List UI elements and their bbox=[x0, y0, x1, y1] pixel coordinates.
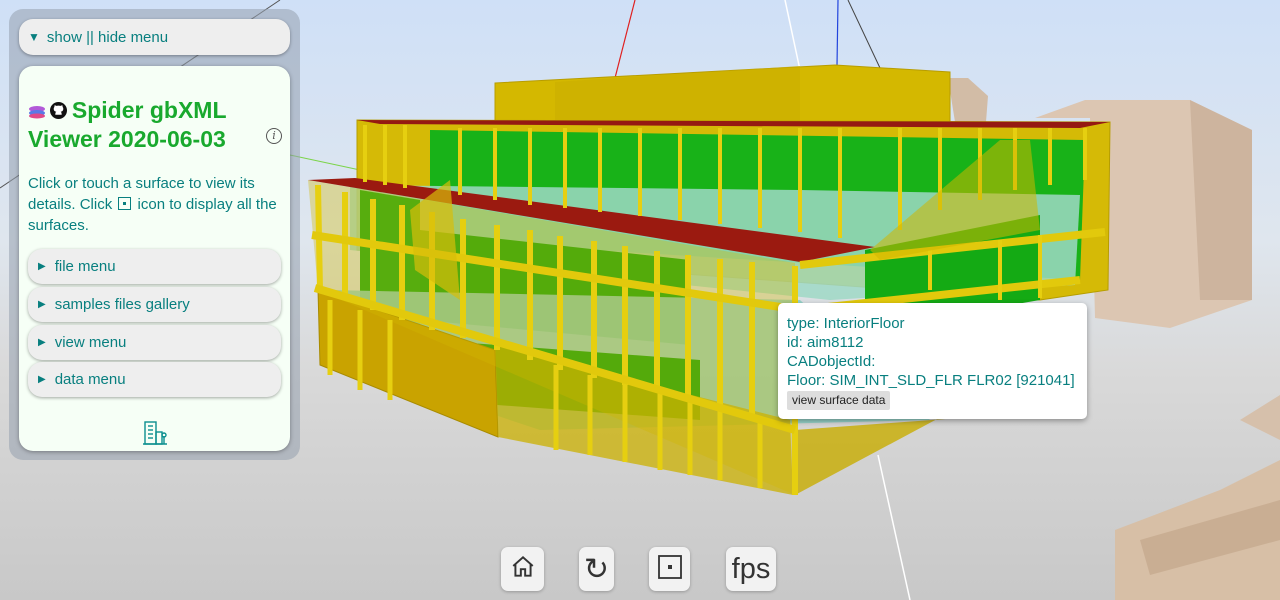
surface-id: id: aim8112 bbox=[787, 334, 864, 351]
description-text: Click or touch a surface to view its det… bbox=[28, 173, 278, 236]
gbxml-building-model[interactable] bbox=[308, 64, 1111, 495]
section-label: file menu bbox=[54, 258, 116, 275]
grid-line bbox=[784, 0, 801, 71]
axis-line-green bbox=[289, 154, 361, 171]
spider-logo-icon[interactable] bbox=[28, 105, 46, 124]
cad-object-id: CADobjectId: bbox=[787, 353, 876, 370]
file-menu-section[interactable]: ▶ file menu bbox=[28, 249, 281, 284]
section-label: samples files gallery bbox=[54, 296, 190, 313]
data-menu-section[interactable]: ▶ data menu bbox=[28, 362, 281, 397]
rotate-button[interactable]: ↻ bbox=[579, 547, 614, 591]
fps-button[interactable]: fps bbox=[726, 547, 776, 591]
triangle-right-icon: ▶ bbox=[38, 337, 46, 348]
section-label: data menu bbox=[54, 371, 126, 388]
surface-floor: Floor: SIM_INT_SLD_FLR FLR02 [921041] bbox=[787, 372, 1075, 389]
surface-info-popup: type: InteriorFloor id: aim8112 CADobjec… bbox=[778, 303, 1087, 419]
section-label: view menu bbox=[54, 334, 127, 351]
axis-line-red bbox=[614, 0, 636, 79]
menu-panel: ▼ show || hide menu Spider gbXML Viewer … bbox=[9, 9, 300, 460]
show-hide-menu-toggle[interactable]: ▼ show || hide menu bbox=[19, 19, 290, 55]
grid-line bbox=[877, 454, 911, 600]
grid-line bbox=[847, 0, 881, 69]
home-icon bbox=[510, 554, 536, 585]
home-button[interactable] bbox=[501, 547, 544, 591]
triangle-right-icon: ▶ bbox=[38, 374, 46, 385]
view-surface-data-button[interactable]: view surface data bbox=[787, 391, 891, 410]
triangle-right-icon: ▶ bbox=[38, 261, 46, 272]
neighbor-building bbox=[1115, 395, 1280, 600]
triangle-right-icon: ▶ bbox=[38, 299, 46, 310]
show-all-icon bbox=[657, 554, 683, 585]
triangle-down-icon: ▼ bbox=[28, 30, 40, 44]
show-all-surfaces-icon bbox=[118, 197, 132, 210]
surface-type: type: InteriorFloor bbox=[787, 315, 905, 332]
show-all-surfaces-button[interactable] bbox=[649, 547, 690, 591]
building-icon[interactable] bbox=[143, 420, 167, 451]
rotate-icon: ↻ bbox=[583, 552, 610, 586]
github-icon[interactable] bbox=[50, 102, 68, 124]
axis-line-blue bbox=[836, 0, 839, 67]
view-menu-section[interactable]: ▶ view menu bbox=[28, 325, 281, 360]
menu-card: Spider gbXML Viewer 2020-06-03 i Click o… bbox=[19, 66, 290, 451]
samples-gallery-section[interactable]: ▶ samples files gallery bbox=[28, 287, 281, 322]
title-row: Spider gbXML Viewer 2020-06-03 bbox=[28, 96, 283, 154]
toggle-label: show || hide menu bbox=[46, 28, 169, 46]
info-icon[interactable]: i bbox=[266, 128, 282, 144]
fps-label: fps bbox=[731, 552, 771, 585]
